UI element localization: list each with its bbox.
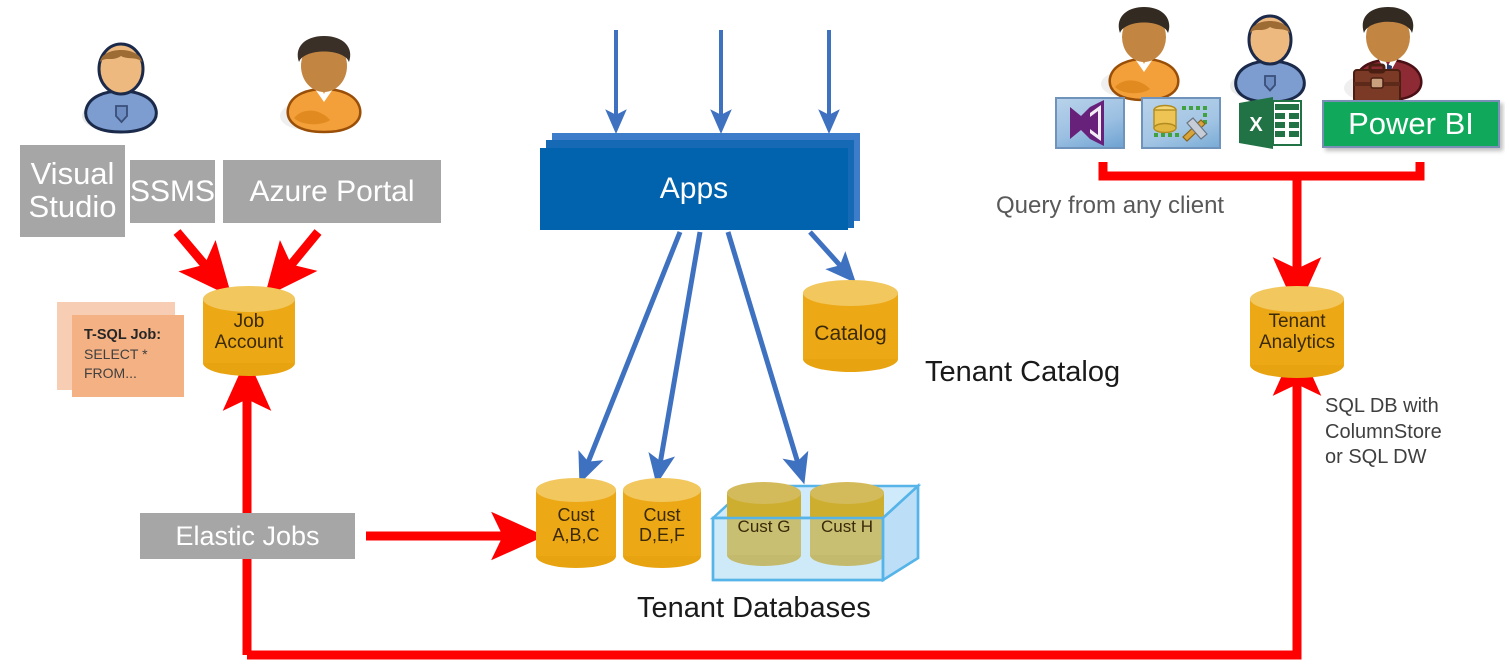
analytics-caption: SQL DB with ColumnStore or SQL DW [1325,395,1442,469]
sql-server-data-tools-icon[interactable] [1141,97,1221,149]
tenant-analytics-database[interactable]: Tenant Analytics [1250,286,1344,382]
tenant-database-label: Cust D,E,F [638,505,685,545]
tenant-databases-caption: Tenant Databases [637,592,871,624]
cylinder-top [203,286,295,312]
architecture-diagram: Visual Studio SSMS Azure Portal Elastic … [0,0,1505,669]
power-bi-label: Power BI [1348,106,1474,141]
cylinder-top [803,280,898,306]
tenant-database-label: Cust G [737,517,791,536]
job-account-label: Job Account [214,311,284,353]
azure-portal-box[interactable]: Azure Portal [223,160,441,223]
database-tools-glyph [1153,104,1208,142]
power-bi-icon[interactable]: Power BI [1322,100,1500,148]
arrow-tools-to-job-account [173,229,322,298]
tenant-database-0[interactable]: Cust A,B,C [536,478,616,574]
azure-portal-label: Azure Portal [249,174,415,208]
excel-letter: X [1249,114,1263,136]
tenant-database-label: Cust H [821,517,873,536]
excel-icon[interactable]: X [1237,95,1303,151]
elastic-jobs-box[interactable]: Elastic Jobs [140,513,355,559]
tenant-database-1[interactable]: Cust D,E,F [623,478,701,574]
tenant-catalog-caption: Tenant Catalog [925,356,1121,388]
tenant-analytics-label: Tenant Analytics [1258,311,1336,353]
visual-studio-glyph [1070,100,1104,146]
tsql-job-note: T-SQL Job: SELECT * FROM... [72,315,184,397]
arrow-into-apps [605,30,840,134]
cylinder-top [1250,286,1344,312]
job-account-database[interactable]: Job Account [203,286,295,378]
cylinder-top [536,478,616,502]
apps-label: Apps [659,172,729,205]
tenant-database-label: Cust A,B,C [552,505,600,545]
tenant-catalog-database[interactable]: Catalog [803,280,898,375]
avatar-client-blue [1230,14,1306,104]
visual-studio-box[interactable]: Visual Studio [20,145,125,237]
ssms-label: SSMS [129,174,216,208]
avatar-admin-blue [82,42,158,134]
avatar-client-orange [1101,7,1180,102]
tsql-job-note-line1: SELECT * [84,346,148,363]
visual-studio-icon[interactable] [1055,97,1125,149]
avatar-business-user [1344,7,1423,103]
apps-box[interactable]: Apps [540,148,848,230]
query-from-any-client-caption: Query from any client [996,192,1225,219]
excel-glyph: X [1239,97,1302,149]
tenant-catalog-label: Catalog [814,322,887,345]
ssms-box[interactable]: SSMS [130,160,215,223]
tsql-job-note-heading: T-SQL Job: [84,327,162,343]
tsql-job-note-line2: FROM... [84,364,137,381]
elastic-jobs-label: Elastic Jobs [175,520,320,551]
visual-studio-label: Visual Studio [28,156,117,224]
arrow-clients-to-analytics [1098,162,1425,181]
cylinder-top [623,478,701,502]
avatar-admin-orange [280,36,362,134]
